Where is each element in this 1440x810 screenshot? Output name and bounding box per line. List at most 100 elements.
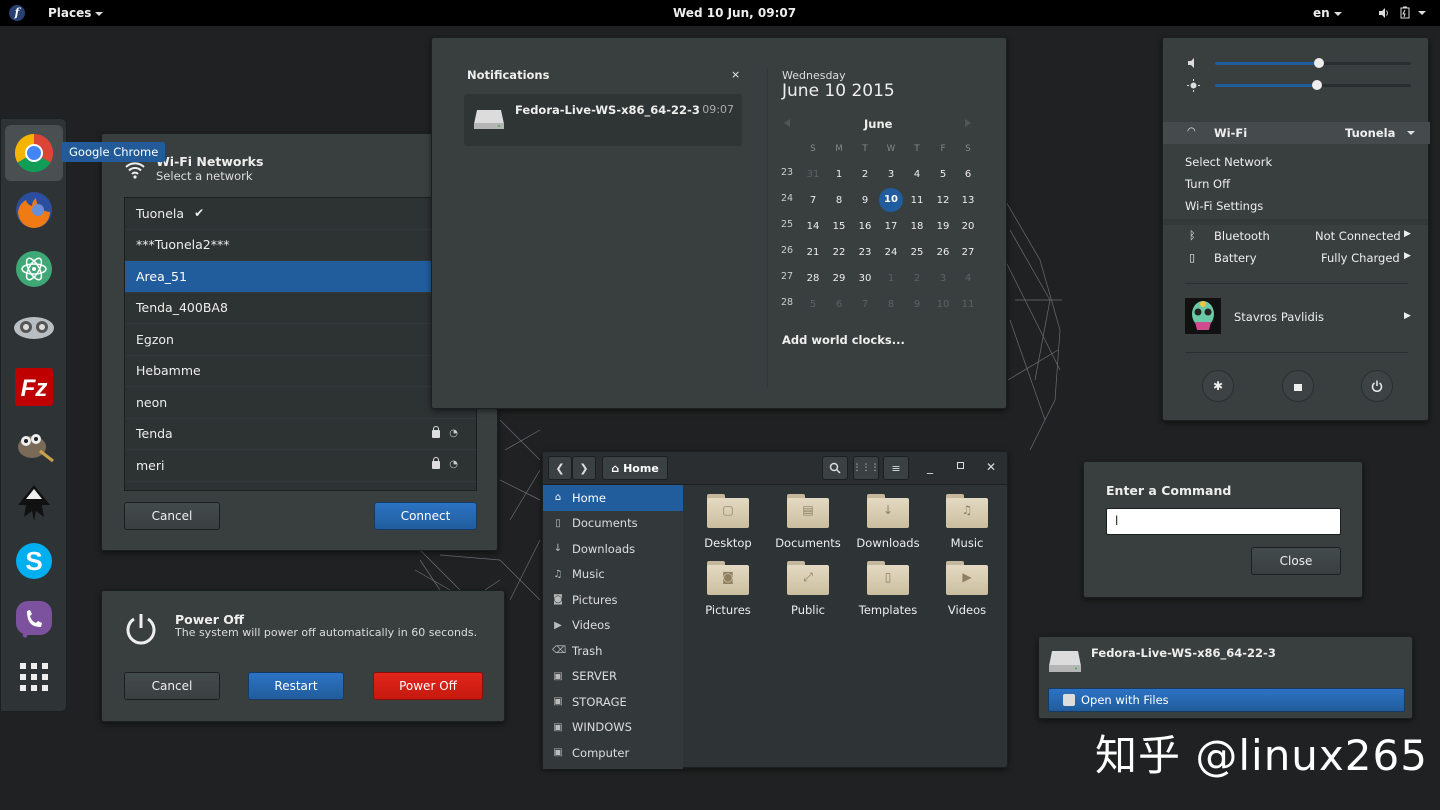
network-row-selected[interactable]: Area_51: [125, 261, 476, 293]
calendar-day[interactable]: 25: [905, 247, 929, 258]
sidebar-item-documents[interactable]: ▯ Documents: [543, 511, 683, 537]
folder-desktop[interactable]: ▢ Desktop: [688, 494, 768, 550]
folder-downloads[interactable]: ↓ Downloads: [848, 494, 928, 550]
network-row[interactable]: Hebamme: [125, 356, 476, 387]
next-month-button[interactable]: [965, 119, 971, 127]
calendar-day[interactable]: 18: [905, 221, 929, 232]
folder-pictures[interactable]: ◙ Pictures: [688, 561, 768, 617]
network-row[interactable]: Egzon: [125, 324, 476, 356]
search-button[interactable]: [822, 456, 848, 480]
calendar-day[interactable]: 11: [956, 299, 980, 310]
calendar-day[interactable]: 29: [827, 273, 851, 284]
calendar-day[interactable]: 22: [827, 247, 851, 258]
turn-off-wifi-item[interactable]: Turn Off: [1185, 177, 1230, 191]
open-with-files-button[interactable]: Open with Files: [1048, 688, 1405, 712]
calendar-day[interactable]: 12: [931, 195, 955, 206]
calendar-day[interactable]: 8: [827, 195, 851, 206]
close-button[interactable]: ✕: [986, 460, 996, 474]
network-row[interactable]: Tuonela ✔: [125, 198, 476, 230]
calendar-day[interactable]: 23: [853, 247, 877, 258]
folder-videos[interactable]: ▶ Videos: [927, 561, 1007, 617]
select-network-item[interactable]: Select Network: [1185, 155, 1272, 169]
calendar-day[interactable]: 8: [879, 299, 903, 310]
volume-slider[interactable]: [1215, 62, 1319, 65]
calendar-day[interactable]: 14: [801, 221, 825, 232]
calendar-day[interactable]: 6: [827, 299, 851, 310]
dash-item-filezilla[interactable]: Fz: [5, 359, 63, 415]
sidebar-item-downloads[interactable]: ↓ Downloads: [543, 536, 683, 562]
power-off-button[interactable]: Power Off: [373, 672, 483, 700]
wifi-settings-item[interactable]: Wi-Fi Settings: [1185, 199, 1263, 213]
calendar-day[interactable]: 9: [905, 299, 929, 310]
network-row[interactable]: Tenda_400BA8: [125, 293, 476, 324]
close-button[interactable]: Close: [1251, 547, 1341, 575]
sidebar-item-home[interactable]: ⌂ Home: [543, 485, 683, 511]
calendar-day[interactable]: 31: [801, 169, 825, 180]
calendar-day[interactable]: 1: [827, 169, 851, 180]
calendar-day[interactable]: 15: [827, 221, 851, 232]
brightness-slider[interactable]: [1215, 84, 1317, 87]
calendar-day[interactable]: 3: [879, 169, 903, 180]
dash-item-gimp[interactable]: [5, 417, 63, 473]
calendar-day[interactable]: 24: [879, 247, 903, 258]
notification-item[interactable]: Fedora-Live-WS-x86_64-22-3 09:07: [464, 94, 742, 146]
calendar-day[interactable]: 16: [853, 221, 877, 232]
calendar-day[interactable]: 7: [853, 299, 877, 310]
system-status-area[interactable]: [1378, 5, 1427, 19]
previous-month-button[interactable]: [784, 119, 790, 127]
minimize-button[interactable]: _: [927, 460, 933, 474]
calendar-day[interactable]: 4: [956, 273, 980, 284]
show-apps-button[interactable]: [5, 649, 63, 705]
places-menu[interactable]: Places: [48, 6, 104, 20]
sidebar-item-server[interactable]: ▣ SERVER: [543, 664, 683, 690]
clock-menu[interactable]: Wed 10 Jun, 09:07: [673, 6, 796, 20]
wifi-section-header[interactable]: ◠ Wi-Fi Tuonela: [1163, 122, 1430, 144]
calendar-day[interactable]: 11: [905, 195, 929, 206]
brightness-slider-handle[interactable]: [1312, 80, 1322, 90]
calendar-day[interactable]: 7: [801, 195, 825, 206]
command-input[interactable]: l: [1106, 508, 1341, 535]
forward-button[interactable]: ❯: [572, 456, 596, 480]
calendar-day[interactable]: 2: [905, 273, 929, 284]
calendar-day[interactable]: 9: [853, 195, 877, 206]
sidebar-item-pictures[interactable]: ◙ Pictures: [543, 587, 683, 613]
grid-view-button[interactable]: ⋮⋮⋮: [853, 456, 880, 480]
calendar-day[interactable]: 27: [956, 247, 980, 258]
calendar-day[interactable]: 3: [931, 273, 955, 284]
dash-item-viber[interactable]: [5, 591, 63, 647]
sidebar-item-trash[interactable]: ⌫ Trash: [543, 638, 683, 664]
folder-documents[interactable]: ▤ Documents: [768, 494, 848, 550]
dash-item-firefox[interactable]: [5, 182, 63, 238]
clear-notifications-button[interactable]: ×: [731, 68, 740, 81]
network-row[interactable]: Tenda ◔: [125, 419, 476, 450]
calendar-day[interactable]: 5: [801, 299, 825, 310]
battery-row[interactable]: ▯ Battery Fully Charged ▶: [1163, 251, 1430, 271]
menu-button[interactable]: ≡: [883, 456, 909, 480]
path-bar-home[interactable]: ⌂ Home: [602, 456, 668, 480]
calendar-day[interactable]: 26: [931, 247, 955, 258]
calendar-day[interactable]: 30: [853, 273, 877, 284]
calendar-day-today[interactable]: 10: [879, 188, 903, 212]
back-button[interactable]: ❮: [548, 456, 572, 480]
calendar-day[interactable]: 10: [931, 299, 955, 310]
cancel-button[interactable]: Cancel: [124, 672, 220, 700]
calendar-day[interactable]: 28: [801, 273, 825, 284]
calendar-day[interactable]: 4: [905, 169, 929, 180]
sidebar-item-windows[interactable]: ▣ WINDOWS: [543, 715, 683, 741]
calendar-day[interactable]: 6: [956, 169, 980, 180]
connect-button[interactable]: Connect: [374, 502, 477, 530]
dash-item-image-viewer[interactable]: [5, 300, 63, 356]
dash-item-chrome[interactable]: [5, 125, 63, 181]
network-row[interactable]: ***Tuonela2***: [125, 230, 476, 261]
add-world-clocks-link[interactable]: Add world clocks...: [782, 333, 905, 347]
calendar-day[interactable]: 1: [879, 273, 903, 284]
power-button[interactable]: [1361, 370, 1393, 402]
fedora-logo-icon[interactable]: f: [9, 5, 25, 21]
folder-music[interactable]: ♫ Music: [927, 494, 1007, 550]
bluetooth-row[interactable]: ᛒ Bluetooth Not Connected ▶: [1163, 229, 1430, 249]
calendar-day[interactable]: 19: [931, 221, 955, 232]
calendar-day[interactable]: 13: [956, 195, 980, 206]
calendar-day[interactable]: 2: [853, 169, 877, 180]
calendar-day[interactable]: 21: [801, 247, 825, 258]
sidebar-item-videos[interactable]: ▶ Videos: [543, 613, 683, 639]
